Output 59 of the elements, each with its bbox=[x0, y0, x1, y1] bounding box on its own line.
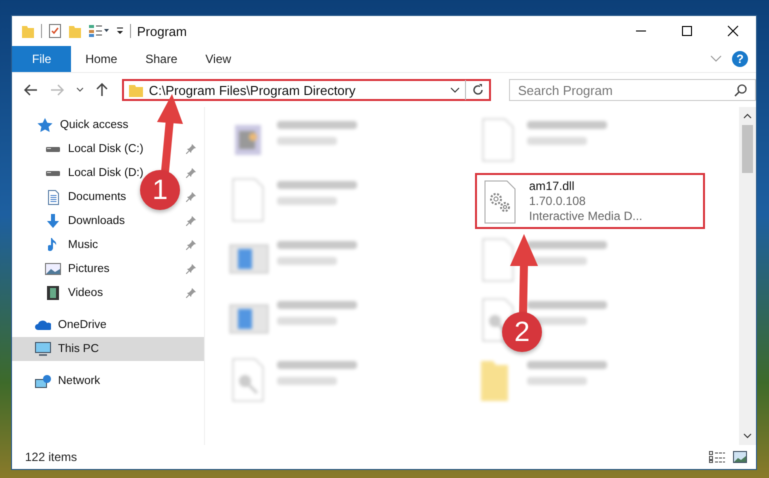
pictures-icon bbox=[45, 263, 61, 275]
scroll-up-icon[interactable] bbox=[743, 113, 752, 119]
pin-icon[interactable] bbox=[186, 288, 196, 298]
drive-icon bbox=[46, 146, 60, 152]
scrollbar-thumb[interactable] bbox=[742, 125, 753, 173]
file-name: am17.dll bbox=[529, 179, 576, 194]
drive-icon bbox=[46, 170, 60, 176]
cloud-icon bbox=[35, 320, 51, 330]
nav-label: This PC bbox=[58, 343, 99, 355]
pin-icon[interactable] bbox=[186, 168, 196, 178]
refresh-icon[interactable] bbox=[471, 83, 486, 97]
back-icon[interactable] bbox=[24, 84, 38, 96]
close-icon[interactable] bbox=[727, 25, 739, 37]
details-view-icon[interactable] bbox=[708, 450, 726, 464]
thumbnail-view-icon[interactable] bbox=[732, 450, 748, 464]
properties-icon[interactable] bbox=[88, 24, 110, 38]
nav-item[interactable]: Documents bbox=[68, 191, 126, 203]
chevron-icon[interactable] bbox=[710, 55, 722, 63]
search-field[interactable]: Search Program bbox=[509, 79, 756, 101]
document-icon bbox=[48, 190, 58, 204]
star-icon bbox=[36, 117, 54, 133]
pin-icon[interactable] bbox=[186, 240, 196, 250]
nav-item[interactable]: OneDrive bbox=[58, 319, 107, 331]
file-detail: Interactive Media D... bbox=[529, 209, 642, 224]
nav-item[interactable]: Pictures bbox=[68, 263, 110, 275]
checklist-icon[interactable] bbox=[48, 23, 62, 39]
download-icon bbox=[47, 214, 59, 228]
nav-item[interactable]: Downloads bbox=[68, 215, 125, 227]
nav-item[interactable]: Quick access bbox=[60, 119, 128, 131]
pin-icon[interactable] bbox=[186, 264, 196, 274]
scroll-down-icon[interactable] bbox=[743, 433, 752, 439]
up-icon[interactable] bbox=[96, 83, 108, 97]
network-icon bbox=[35, 374, 51, 388]
nav-item[interactable]: Videos bbox=[68, 287, 103, 299]
item-count: 122 items bbox=[25, 450, 78, 464]
window-title: Program bbox=[137, 24, 187, 38]
help-button[interactable]: ? bbox=[732, 51, 748, 67]
file-item[interactable]: am17.dll 1.70.0.108 Interactive Media D... bbox=[475, 173, 705, 229]
nav-item[interactable]: Local Disk (C:) bbox=[68, 143, 144, 155]
scrollbar[interactable] bbox=[739, 107, 756, 445]
dropdown-icon[interactable] bbox=[76, 87, 84, 93]
nav-item[interactable]: Local Disk (D:) bbox=[68, 167, 144, 179]
dropdown-icon[interactable] bbox=[450, 86, 460, 94]
folder-icon bbox=[128, 82, 144, 98]
nav-item[interactable]: Network bbox=[58, 375, 100, 387]
nav-item[interactable]: This PC bbox=[12, 337, 204, 361]
dropdown-icon[interactable] bbox=[116, 26, 124, 36]
pin-icon[interactable] bbox=[186, 192, 196, 202]
videos-icon bbox=[47, 286, 59, 300]
maximize-icon[interactable] bbox=[681, 25, 693, 37]
file-detail: 1.70.0.108 bbox=[529, 194, 587, 209]
pc-icon bbox=[35, 342, 51, 356]
pin-icon[interactable] bbox=[186, 216, 196, 226]
nav-item[interactable]: Music bbox=[68, 239, 98, 251]
music-icon bbox=[48, 238, 58, 252]
ribbon-tab[interactable]: File bbox=[12, 46, 72, 72]
search-icon[interactable] bbox=[734, 83, 748, 97]
address-field[interactable]: C:\Program Files\Program Directory bbox=[122, 79, 492, 101]
pin-icon[interactable] bbox=[186, 144, 196, 154]
